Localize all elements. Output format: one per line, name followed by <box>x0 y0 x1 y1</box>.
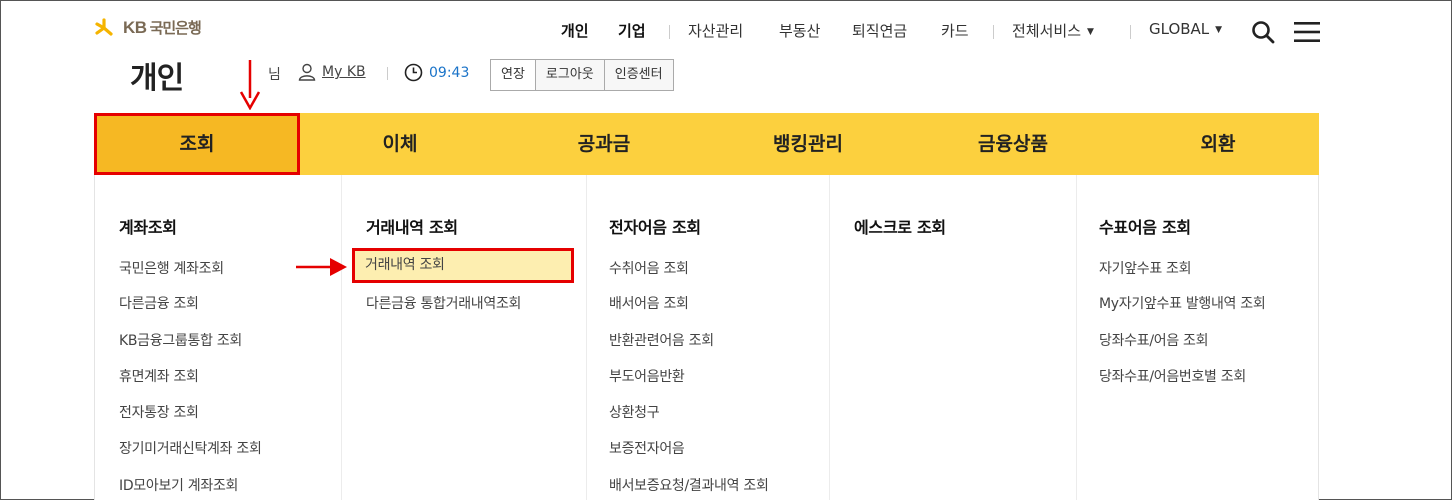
menu-item[interactable]: 자기앞수표 조회 <box>1099 258 1192 278</box>
menu-item[interactable]: 반환관련어음 조회 <box>609 330 714 350</box>
gnb-item-pension[interactable]: 퇴직연금 <box>852 20 907 41</box>
menu-column-e-bill: 전자어음 조회 수취어음 조회 배서어음 조회 반환관련어음 조회 부도어음반환… <box>586 175 829 500</box>
main-nav: 조회 이체 공과금 뱅킹관리 금융상품 외환 <box>94 113 1319 175</box>
column-title[interactable]: 거래내역 조회 <box>366 214 458 238</box>
column-title[interactable]: 전자어음 조회 <box>609 214 701 238</box>
gnb-item-all-services[interactable]: 전체서비스 ▼ <box>1012 20 1094 41</box>
column-title[interactable]: 계좌조회 <box>119 214 177 238</box>
caret-down-icon: ▼ <box>1215 25 1223 35</box>
menu-item[interactable]: My자기앞수표 발행내역 조회 <box>1099 293 1266 313</box>
global-nav: 개인 기업 자산관리 부동산 퇴직연금 카드 전체서비스 ▼ GLOBAL ▼ <box>0 20 1452 44</box>
user-icon <box>298 63 316 81</box>
mykb-link[interactable]: My KB <box>298 63 366 81</box>
cert-center-button[interactable]: 인증센터 <box>603 60 673 90</box>
menu-item-transactions-highlighted[interactable]: 거래내역 조회 <box>352 248 574 283</box>
column-title[interactable]: 에스크로 조회 <box>854 214 946 238</box>
menu-item[interactable]: 전자통장 조회 <box>119 402 199 422</box>
annotation-arrow-right-icon <box>296 258 347 276</box>
session-timer: 09:43 <box>404 63 469 82</box>
mykb-label: My KB <box>322 64 366 80</box>
menu-item[interactable]: 배서어음 조회 <box>609 293 689 313</box>
mega-menu: 계좌조회 국민은행 계좌조회 다른금융 조회 KB금융그룹통합 조회 휴면계좌 … <box>94 175 1319 500</box>
gnb-item-global[interactable]: GLOBAL ▼ <box>1149 20 1222 38</box>
menu-item[interactable]: 상환청구 <box>609 402 660 422</box>
gnb-divider <box>993 25 994 39</box>
session-buttons: 연장 로그아웃 인증센터 <box>490 59 674 91</box>
page-title: 개인 <box>130 61 184 96</box>
caret-down-icon: ▼ <box>1087 27 1094 37</box>
gnb-item-realestate[interactable]: 부동산 <box>779 20 820 41</box>
nav-item-utility[interactable]: 공과금 <box>500 113 708 175</box>
hamburger-menu-icon[interactable] <box>1294 22 1320 46</box>
gnb-divider <box>669 25 670 39</box>
menu-item[interactable]: KB금융그룹통합 조회 <box>119 330 242 350</box>
menu-item[interactable]: 부도어음반환 <box>609 366 685 386</box>
gnb-divider <box>1130 25 1131 39</box>
user-name-suffix: 님 <box>268 67 281 83</box>
menu-item[interactable]: 휴면계좌 조회 <box>119 366 199 386</box>
clock-icon <box>404 63 423 82</box>
nav-item-banking-mgmt[interactable]: 뱅킹관리 <box>708 113 908 175</box>
gnb-item-corporate[interactable]: 기업 <box>618 20 646 41</box>
search-icon[interactable] <box>1251 20 1275 48</box>
nav-item-inquiry[interactable]: 조회 <box>94 113 300 175</box>
menu-column-transactions: 거래내역 조회 거래내역 조회 다른금융 통합거래내역조회 <box>341 175 586 500</box>
gnb-all-services-label: 전체서비스 <box>1012 22 1082 40</box>
menu-item[interactable]: 다른금융 통합거래내역조회 <box>366 293 521 313</box>
divider <box>387 67 388 80</box>
menu-item[interactable]: 장기미거래신탁계좌 조회 <box>119 438 262 458</box>
gnb-item-card[interactable]: 카드 <box>941 20 969 41</box>
menu-item[interactable]: 당좌수표/어음 조회 <box>1099 330 1209 350</box>
gnb-global-label: GLOBAL <box>1149 20 1210 38</box>
annotation-arrow-down-icon <box>239 60 261 110</box>
logout-button[interactable]: 로그아웃 <box>534 60 604 90</box>
menu-item[interactable]: 국민은행 계좌조회 <box>119 258 224 278</box>
column-title[interactable]: 수표어음 조회 <box>1099 214 1191 238</box>
menu-item[interactable]: 다른금융 조회 <box>119 293 199 313</box>
menu-item[interactable]: 배서보증요청/결과내역 조회 <box>609 475 769 495</box>
session-time: 09:43 <box>429 64 470 81</box>
gnb-item-asset[interactable]: 자산관리 <box>688 20 743 41</box>
menu-column-checks: 수표어음 조회 자기앞수표 조회 My자기앞수표 발행내역 조회 당좌수표/어음… <box>1076 175 1319 500</box>
menu-item[interactable]: 보증전자어음 <box>609 438 685 458</box>
nav-item-transfer[interactable]: 이체 <box>300 113 500 175</box>
menu-column-escrow: 에스크로 조회 <box>829 175 1076 500</box>
gnb-item-personal[interactable]: 개인 <box>561 20 589 41</box>
menu-item[interactable]: 수취어음 조회 <box>609 258 689 278</box>
menu-column-account: 계좌조회 국민은행 계좌조회 다른금융 조회 KB금융그룹통합 조회 휴면계좌 … <box>95 175 341 500</box>
nav-item-forex[interactable]: 외환 <box>1118 113 1318 175</box>
menu-item[interactable]: ID모아보기 계좌조회 <box>119 475 238 495</box>
nav-item-products[interactable]: 금융상품 <box>908 113 1118 175</box>
extend-button[interactable]: 연장 <box>491 60 535 90</box>
menu-item[interactable]: 당좌수표/어음번호별 조회 <box>1099 366 1246 386</box>
